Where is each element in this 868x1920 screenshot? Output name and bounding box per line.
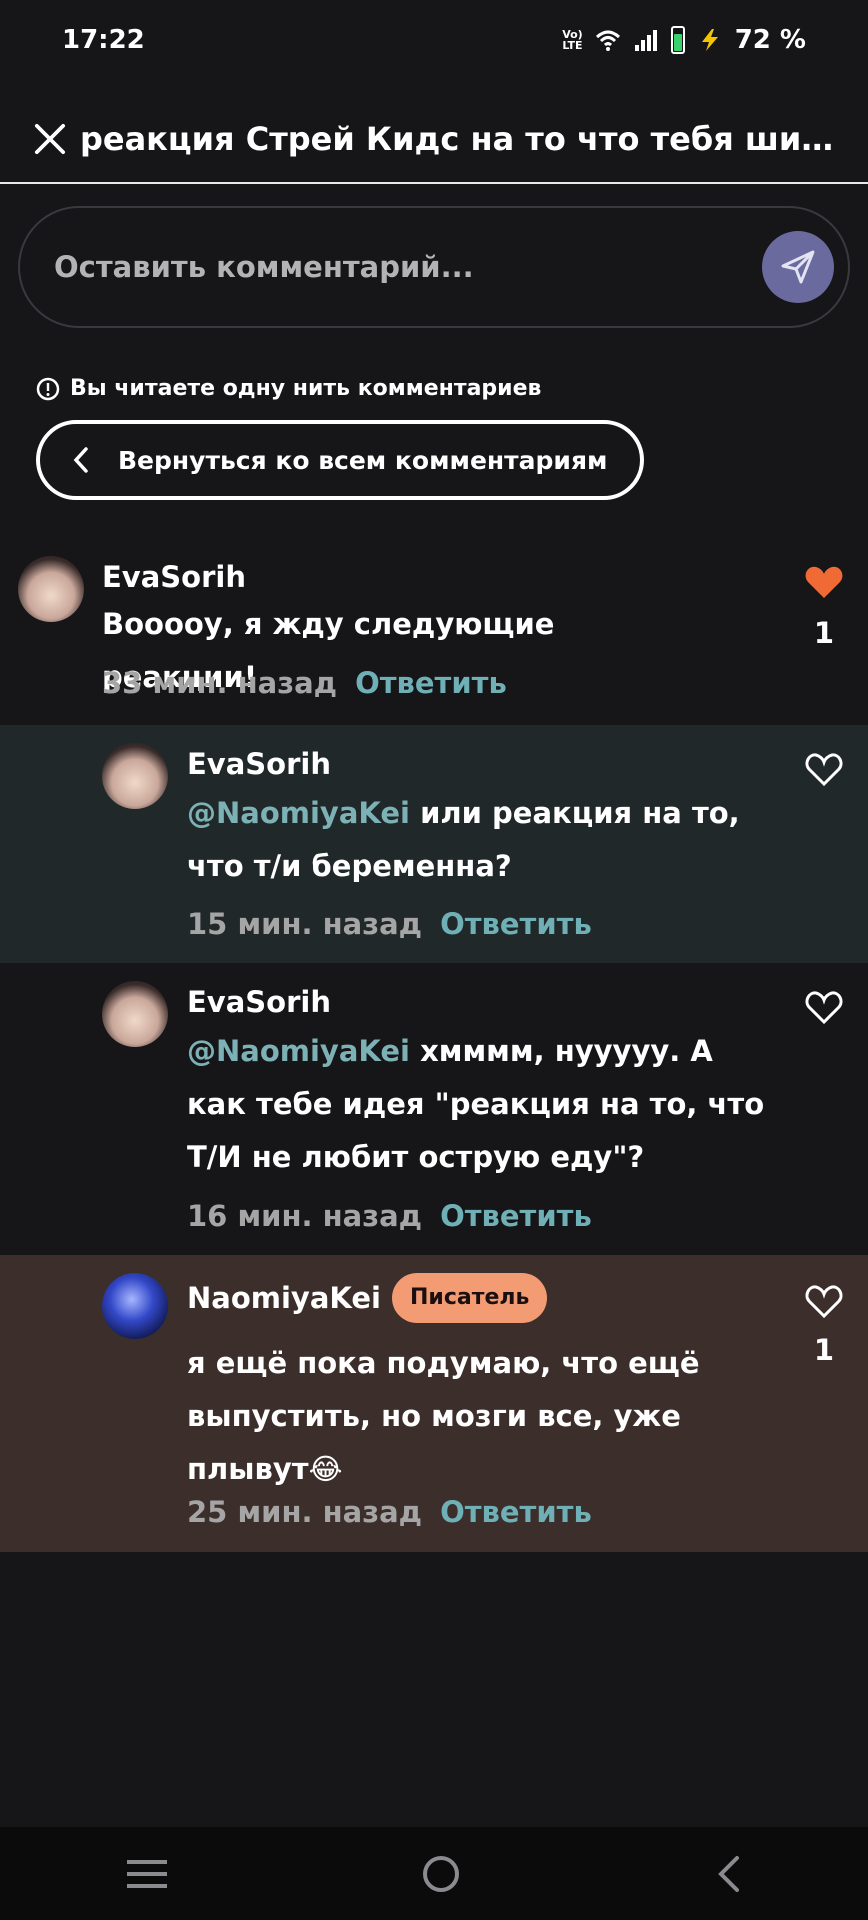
- comment-meta: 16 мин. назад Ответить: [187, 1199, 592, 1233]
- info-icon: [36, 377, 60, 400]
- heart-icon[interactable]: [804, 564, 844, 600]
- heart-icon[interactable]: [804, 751, 844, 787]
- comment-text: @NaomiyaKei хмммм, нууууу. А как тебе ид…: [187, 1034, 765, 1174]
- status-time: 17:22: [62, 25, 145, 55]
- battery-icon: [670, 26, 685, 54]
- thread-note: Вы читаете одну нить комментариев: [36, 376, 541, 401]
- app-header: реакция Стрей Кидс на то что тебя шипп..…: [0, 96, 868, 184]
- comment-item: NaomiyaKei Писатель я ещё пока подумаю, …: [0, 1255, 868, 1552]
- comment-input[interactable]: Оставить комментарий...: [54, 250, 474, 284]
- volte-icon: Vo) LTE: [562, 28, 583, 52]
- avatar[interactable]: [102, 981, 168, 1047]
- comment-username[interactable]: EvaSorih: [187, 747, 331, 781]
- comment-username[interactable]: EvaSorih: [187, 985, 331, 1019]
- comment-time: 16 мин. назад: [187, 1199, 423, 1233]
- comment-meta: 15 мин. назад Ответить: [187, 907, 592, 941]
- reply-button[interactable]: Ответить: [355, 666, 507, 700]
- reply-button[interactable]: Ответить: [440, 907, 592, 941]
- comment-text: я ещё пока подумаю, что ещё выпустить, н…: [187, 1346, 700, 1486]
- avatar[interactable]: [18, 556, 84, 622]
- back-to-all-comments-button[interactable]: Вернуться ко всем комментариям: [36, 420, 644, 500]
- like-count: 1: [813, 1333, 835, 1367]
- thread-note-text: Вы читаете одну нить комментариев: [70, 376, 542, 401]
- reply-button[interactable]: Ответить: [440, 1495, 592, 1529]
- comment-item: EvaSorih Вооооу, я жду следующие реакции…: [0, 540, 868, 725]
- close-icon[interactable]: [34, 122, 66, 156]
- back-icon[interactable]: [715, 1854, 741, 1894]
- writer-badge: Писатель: [392, 1273, 548, 1323]
- signal-icon: [634, 30, 657, 51]
- mention-link[interactable]: @NaomiyaKei: [187, 796, 410, 830]
- heart-icon[interactable]: [804, 1283, 844, 1319]
- comment-time: 25 мин. назад: [187, 1495, 423, 1529]
- comment-meta: 25 мин. назад Ответить: [187, 1495, 592, 1529]
- wifi-icon: [595, 30, 620, 51]
- status-bar: 17:22 Vo) LTE 72 %: [0, 0, 868, 80]
- comment-time: 33 мин. назад: [102, 666, 338, 700]
- send-icon: [781, 250, 815, 284]
- avatar[interactable]: [102, 1273, 168, 1339]
- like-count: 1: [813, 616, 835, 650]
- system-nav-bar: [0, 1827, 868, 1920]
- send-button[interactable]: [762, 231, 834, 303]
- heart-icon[interactable]: [804, 989, 844, 1025]
- comment-item: EvaSorih @NaomiyaKei или реакция на то, …: [0, 725, 868, 963]
- charging-icon: [701, 29, 718, 51]
- comment-time: 15 мин. назад: [187, 907, 423, 941]
- chevron-left-icon: [73, 447, 88, 473]
- status-icons: Vo) LTE 72 %: [562, 25, 806, 55]
- comment-item: EvaSorih @NaomiyaKei хмммм, нууууу. А ка…: [0, 963, 868, 1255]
- avatar[interactable]: [102, 743, 168, 809]
- home-icon[interactable]: [421, 1854, 461, 1894]
- comment-text: @NaomiyaKei или реакция на то, что т/и б…: [187, 796, 740, 883]
- menu-icon[interactable]: [127, 1858, 167, 1890]
- comment-username[interactable]: NaomiyaKei: [187, 1281, 381, 1315]
- story-title: реакция Стрей Кидс на то что тебя шипп..…: [79, 120, 834, 158]
- battery-percent: 72 %: [734, 25, 806, 55]
- mention-link[interactable]: @NaomiyaKei: [187, 1034, 410, 1068]
- comment-meta: 33 мин. назад Ответить: [102, 666, 507, 700]
- comment-input-box[interactable]: Оставить комментарий...: [18, 206, 850, 328]
- reply-button[interactable]: Ответить: [440, 1199, 592, 1233]
- comment-username[interactable]: EvaSorih: [102, 560, 246, 594]
- back-label: Вернуться ко всем комментариям: [118, 445, 608, 475]
